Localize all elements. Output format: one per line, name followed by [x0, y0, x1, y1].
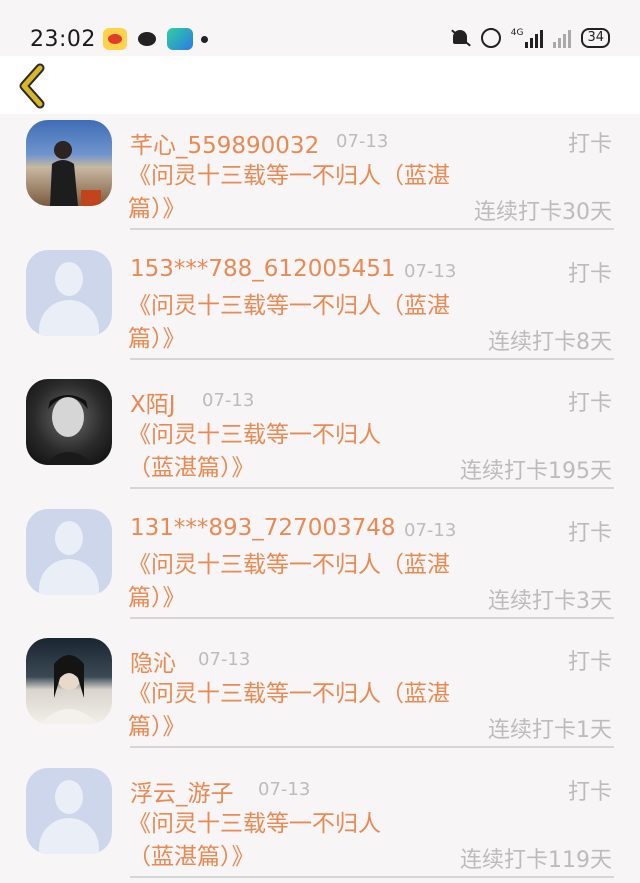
user-name[interactable]: 131***893_727003748 [130, 515, 396, 541]
book-title[interactable]: 《问灵十三载等一不归人（蓝湛篇）》 [128, 678, 458, 744]
user-photo-icon [50, 141, 101, 206]
checkin-status: 打卡 [567, 261, 612, 287]
avatar[interactable] [26, 379, 112, 466]
streak-count: 连续打卡30天 [474, 200, 612, 225]
weibo-icon [103, 28, 127, 50]
back-button[interactable] [14, 62, 58, 110]
battery-icon: 34 [581, 28, 610, 48]
checkin-item[interactable]: 153***788_612005451 07-13 打卡 《问灵十三载等一不归人… [0, 244, 640, 374]
checkin-status: 打卡 [567, 520, 612, 546]
checkin-item[interactable]: X陌J 07-13 打卡 《问灵十三载等一不归人（蓝湛篇）》 连续打卡195天 [0, 373, 640, 503]
avatar[interactable] [26, 120, 112, 206]
checkin-status: 打卡 [567, 650, 612, 676]
divider [130, 875, 614, 878]
checkin-item[interactable]: 浮云_游子 07-13 打卡 《问灵十三载等一不归人（蓝湛篇）》 连续打卡119… [0, 762, 640, 883]
system-icons: 4G 34 [449, 28, 610, 48]
checkin-status: 打卡 [567, 779, 612, 805]
notification-dot [201, 35, 208, 43]
checkin-date: 07-13 [404, 519, 457, 541]
divider [130, 487, 614, 490]
book-title[interactable]: 《问灵十三载等一不归人（蓝湛篇）》 [128, 549, 458, 615]
book-title[interactable]: 《问灵十三载等一不归人（蓝湛篇）》 [128, 808, 418, 874]
status-bar: 23:02 4G 34 [0, 0, 640, 56]
checkin-status: 打卡 [567, 132, 612, 157]
book-title[interactable]: 《问灵十三载等一不归人（蓝湛篇）》 [128, 290, 458, 356]
signal-icon: 4G [511, 28, 544, 48]
signal-icon-2 [553, 28, 572, 48]
checkin-item[interactable]: 131***893_727003748 07-13 打卡 《问灵十三载等一不归人… [0, 503, 640, 633]
nav-bar [0, 56, 640, 114]
mute-icon [449, 28, 471, 48]
divider [130, 228, 614, 230]
avatar[interactable] [26, 638, 112, 725]
alarm-icon [480, 28, 501, 48]
streak-count: 连续打卡195天 [460, 459, 612, 485]
chevron-left-icon [19, 63, 45, 109]
streak-count: 连续打卡119天 [460, 847, 612, 873]
user-name[interactable]: 浮云_游子 [130, 774, 234, 808]
streak-count: 连续打卡3天 [488, 588, 612, 614]
divider [130, 616, 614, 619]
user-photo-icon [44, 395, 94, 466]
status-time: 23:02 [30, 27, 96, 52]
checkin-list: 芊心_559890032 07-13 打卡 《问灵十三载等一不归人（蓝湛篇）》 … [0, 114, 640, 883]
checkin-date: 07-13 [404, 260, 457, 282]
streak-count: 连续打卡8天 [488, 329, 612, 355]
network-type: 4G [510, 28, 524, 38]
checkin-item[interactable]: 芊心_559890032 07-13 打卡 《问灵十三载等一不归人（蓝湛篇）》 … [0, 114, 640, 244]
user-name[interactable]: 153***788_612005451 [130, 256, 396, 282]
checkin-date: 07-13 [198, 649, 251, 671]
user-photo-icon [40, 655, 98, 725]
user-name[interactable]: 隐沁 [130, 644, 176, 678]
checkin-date: 07-13 [336, 131, 389, 152]
divider [130, 357, 614, 360]
notification-icons [103, 28, 208, 50]
user-name[interactable]: X陌J [130, 385, 176, 419]
default-avatar-icon[interactable] [26, 767, 112, 854]
streak-count: 连续打卡1天 [488, 718, 612, 744]
video-app-icon [167, 28, 193, 50]
default-avatar-icon[interactable] [26, 249, 112, 336]
checkin-date: 07-13 [202, 390, 255, 412]
checkin-status: 打卡 [567, 391, 612, 417]
checkin-item[interactable]: 隐沁 07-13 打卡 《问灵十三载等一不归人（蓝湛篇）》 连续打卡1天 [0, 632, 640, 762]
default-avatar-icon[interactable] [26, 508, 112, 595]
checkin-date: 07-13 [258, 778, 311, 800]
book-title[interactable]: 《问灵十三载等一不归人（蓝湛篇）》 [128, 160, 458, 226]
user-name[interactable]: 芊心_559890032 [130, 126, 319, 160]
divider [130, 746, 614, 749]
book-title[interactable]: 《问灵十三载等一不归人（蓝湛篇）》 [128, 419, 418, 485]
wechat-icon [135, 28, 159, 50]
